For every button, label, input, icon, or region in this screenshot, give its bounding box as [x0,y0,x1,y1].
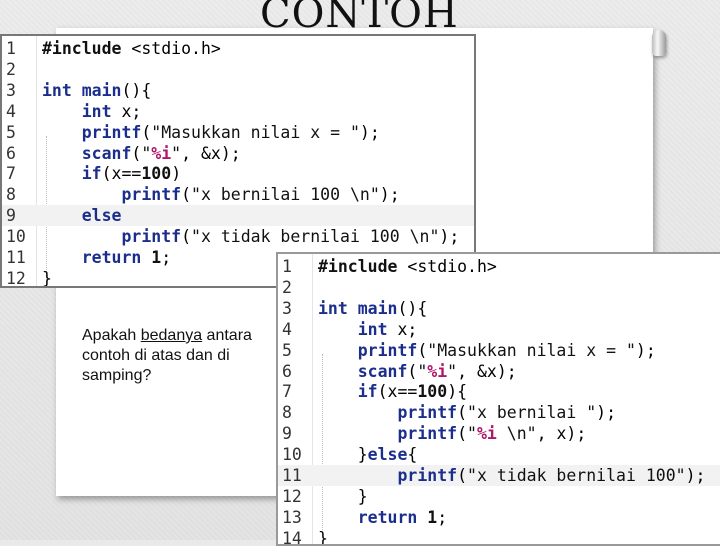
line-number: 5 [282,340,292,360]
code-text: scanf("%i", &x); [81,143,241,163]
code-line[interactable]: 4 int x; [278,319,720,340]
line-number: 8 [6,185,16,205]
code-line[interactable]: 3 int main(){ [278,298,720,319]
code-line[interactable]: 10 printf("x tidak bernilai 100 \n"); [2,226,474,247]
line-number: 10 [6,227,26,247]
code-line[interactable]: 13 return 1; [278,507,720,528]
code-text: scanf("%i", &x); [357,361,517,381]
line-number: 12 [6,268,26,288]
line-number: 4 [6,101,16,121]
code-line[interactable]: 8 printf("x bernilai 100 \n"); [2,184,474,205]
code-text: } [318,528,328,546]
line-number: 6 [6,143,16,163]
line-number: 11 [6,248,26,267]
line-number: 6 [282,361,292,381]
code-text: else [81,206,122,226]
question-prefix: Apakah [82,327,141,344]
code-line[interactable]: 5 printf("Masukkan nilai x = "); [278,340,720,361]
code-text: printf("x tidak bernilai 100 \n"); [121,227,460,247]
code-text: int main(){ [318,298,428,318]
code-editor-bottom[interactable]: 1 #include <stdio.h> 2 3 int main(){4 int x;… [276,252,720,546]
line-number: 4 [282,319,292,339]
line-number: 8 [282,403,292,423]
code-line[interactable]: 2 [2,59,474,80]
code-line[interactable]: 7 if(x==100) [2,163,474,184]
line-number: 2 [282,277,292,297]
line-number: 13 [282,507,302,527]
code-text: int main(){ [42,80,152,100]
line-number: 1 [6,39,16,58]
code-text: if(x==100) [81,164,182,184]
code-line[interactable]: 10 }else{ [278,444,720,465]
code-text: }else{ [318,445,418,465]
code-line[interactable]: 11 printf("x tidak bernilai 100"); [278,465,720,486]
code-text: printf("x tidak bernilai 100"); [397,466,706,485]
code-line[interactable]: 9 printf("%i \n", x); [278,423,720,444]
code-line[interactable]: 1 #include <stdio.h> [2,38,474,59]
pin-icon [652,30,666,56]
code-line[interactable]: 6 scanf("%i", &x); [2,143,474,164]
code-text: printf("Masukkan nilai x = "); [81,122,380,142]
line-number: 3 [282,298,292,318]
code-line[interactable]: 5 printf("Masukkan nilai x = "); [2,122,474,143]
line-number: 11 [282,466,302,485]
code-text: int x; [357,319,418,339]
code-text: } [42,268,52,288]
code-text: return 1; [81,248,172,267]
code-text: printf("Masukkan nilai x = "); [357,340,656,360]
code-text: #include <stdio.h> [318,257,497,276]
code-line[interactable]: 7 if(x==100){ [278,381,720,402]
code-text: printf("x bernilai 100 \n"); [121,185,400,205]
code-text: printf("%i \n", x); [397,424,587,444]
question-emphasis: bedanya [140,327,203,344]
code-text: if(x==100){ [357,382,468,402]
code-line[interactable]: 3 int main(){ [2,80,474,101]
line-number: 12 [282,486,302,506]
line-number: 10 [282,445,302,465]
line-number: 9 [6,206,16,226]
code-line[interactable]: 8 printf("x bernilai "); [278,402,720,423]
slide-title: CONTOH [260,0,459,37]
code-line[interactable]: 14} [278,528,720,546]
line-number: 1 [282,257,292,276]
code-line[interactable]: 12 } [278,486,720,507]
code-text: return 1; [357,507,448,527]
code-line[interactable]: 4 int x; [2,101,474,122]
line-number: 3 [6,80,16,100]
line-number: 2 [6,59,16,79]
line-number: 5 [6,122,16,142]
code-line[interactable]: 9 else [2,205,474,227]
line-number: 9 [282,424,292,444]
code-editor-top[interactable]: 1 #include <stdio.h> 2 3 int main(){4 int x;… [0,34,476,288]
line-number: 7 [282,382,292,402]
code-text: #include <stdio.h> [42,39,221,58]
code-line[interactable]: 1 #include <stdio.h> [278,256,720,277]
line-number: 14 [282,528,302,546]
line-number: 7 [6,164,16,184]
question-text: Apakah bedanya antara contoh di atas dan… [82,326,282,386]
code-text: int x; [81,101,142,121]
code-text: } [318,486,368,506]
code-line[interactable]: 6 scanf("%i", &x); [278,361,720,382]
code-line[interactable]: 2 [278,277,720,298]
code-text: printf("x bernilai "); [397,403,617,423]
